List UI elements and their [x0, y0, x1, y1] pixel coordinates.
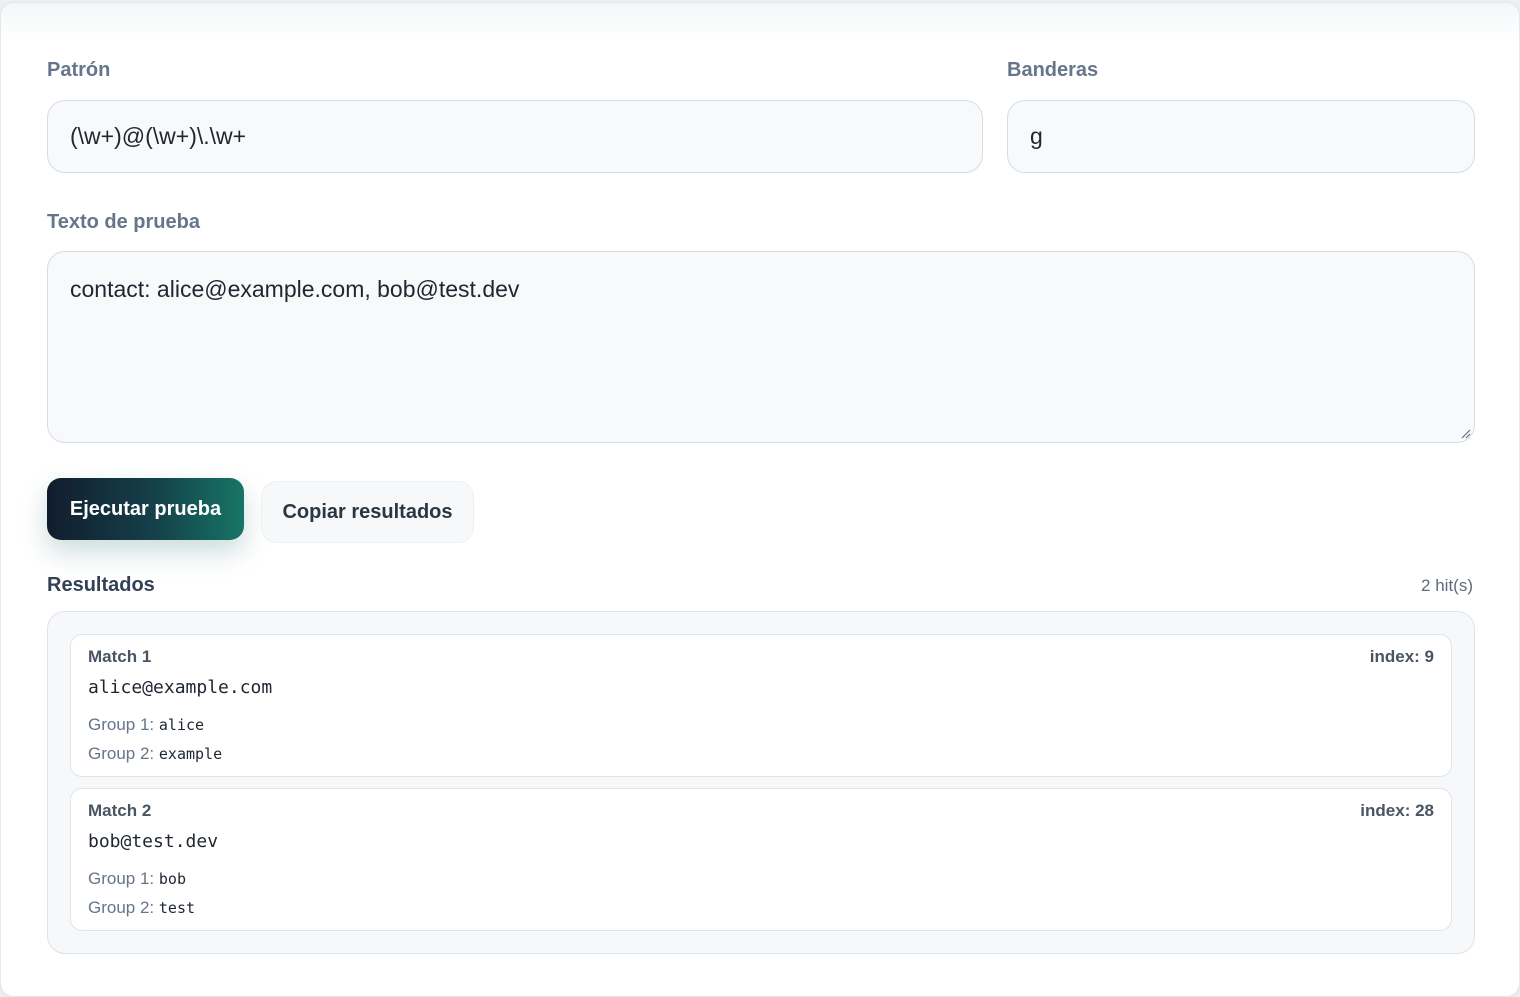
match-card: Match 1 index: 9 alice@example.com Group… — [70, 634, 1452, 777]
resize-handle-icon[interactable] — [1459, 427, 1471, 439]
group-value: bob — [158, 870, 186, 888]
match-title: Match 2 — [88, 801, 152, 820]
match-card: Match 2 index: 28 bob@test.dev Group 1: … — [70, 788, 1452, 931]
pattern-input-value: (\w+)@(\w+)\.\w+ — [70, 123, 247, 149]
group-row: Group 2: test — [88, 898, 195, 918]
match-value: bob@test.dev — [88, 831, 219, 852]
flags-input[interactable]: g — [1007, 100, 1475, 173]
group-label: Group 1: — [88, 869, 155, 888]
results-list: Match 1 index: 9 alice@example.com Group… — [47, 611, 1475, 954]
pattern-input[interactable]: (\w+)@(\w+)\.\w+ — [47, 100, 983, 173]
regex-tester-panel: Patrón (\w+)@(\w+)\.\w+ Banderas g Texto… — [0, 2, 1520, 997]
match-value: alice@example.com — [88, 677, 273, 698]
run-test-button[interactable]: Ejecutar prueba — [47, 478, 244, 540]
group-label: Group 2: — [88, 744, 155, 763]
copy-results-button[interactable]: Copiar resultados — [261, 481, 474, 543]
group-value: alice — [158, 716, 205, 734]
group-row: Group 2: example — [88, 744, 222, 764]
results-heading: Resultados — [47, 574, 155, 596]
group-label: Group 2: — [88, 898, 155, 917]
match-index: index: 9 — [1369, 647, 1434, 666]
flags-input-value: g — [1030, 123, 1043, 149]
match-title: Match 1 — [88, 647, 152, 666]
hit-count: 2 hit(s) — [1421, 576, 1473, 595]
flags-label: Banderas — [1007, 59, 1099, 81]
test-text-area[interactable]: contact: alice@example.com, bob@test.dev — [47, 251, 1475, 443]
test-text-value: contact: alice@example.com, bob@test.dev — [70, 276, 520, 302]
group-value: test — [158, 899, 196, 917]
group-value: example — [158, 745, 223, 763]
group-row: Group 1: bob — [88, 869, 186, 889]
match-index: index: 28 — [1360, 801, 1434, 820]
group-label: Group 1: — [88, 715, 155, 734]
group-row: Group 1: alice — [88, 715, 204, 735]
test-text-label: Texto de prueba — [47, 211, 200, 233]
pattern-label: Patrón — [47, 59, 111, 81]
